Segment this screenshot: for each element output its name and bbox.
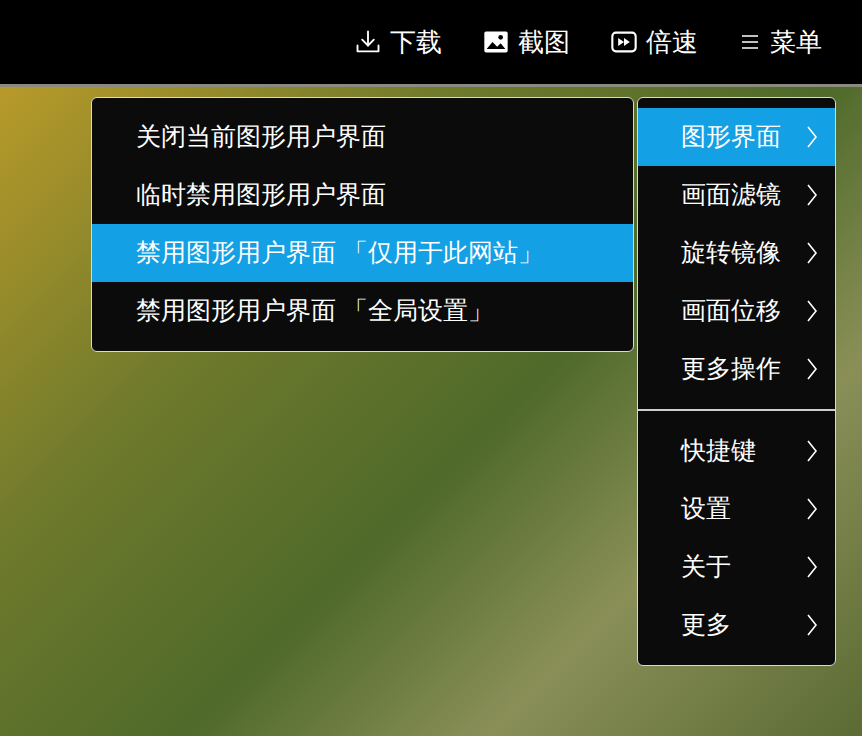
menu-group: 快捷键设置关于更多 — [638, 409, 835, 654]
toolbar-button[interactable]: 倍速 — [610, 25, 698, 59]
toolbar-button[interactable]: 截图 — [482, 25, 570, 59]
submenu: 关闭当前图形用户界面临时禁用图形用户界面禁用图形用户界面 「仅用于此网站」禁用图… — [91, 97, 634, 352]
menu-item[interactable]: 画面滤镜 — [638, 166, 835, 224]
menu-item[interactable]: 关于 — [638, 538, 835, 596]
menu-item[interactable]: 更多操作 — [638, 340, 835, 398]
chevron-right-icon — [805, 554, 819, 580]
download-icon — [354, 28, 382, 56]
main-menu: 图形界面画面滤镜旋转镜像画面位移更多操作快捷键设置关于更多 — [637, 97, 836, 666]
submenu-item[interactable]: 临时禁用图形用户界面 — [92, 166, 633, 224]
menu-divider — [638, 409, 835, 411]
menu-icon — [738, 30, 762, 54]
menu-item[interactable]: 旋转镜像 — [638, 224, 835, 282]
submenu-item[interactable]: 关闭当前图形用户界面 — [92, 108, 633, 166]
video-player: 下载 截图 倍速 菜单关闭当前图形用户界面临时禁用图形用户界面禁用图形用户界面 「仅用… — [0, 0, 862, 736]
chevron-right-icon — [805, 356, 819, 382]
chevron-right-icon — [805, 240, 819, 266]
chevron-right-icon — [805, 298, 819, 324]
menu-item[interactable]: 设置 — [638, 480, 835, 538]
top-bar: 下载 截图 倍速 菜单 — [0, 0, 862, 84]
chevron-right-icon — [805, 496, 819, 522]
chevron-right-icon — [805, 612, 819, 638]
submenu-item[interactable]: 禁用图形用户界面 「仅用于此网站」 — [92, 224, 633, 282]
fast-forward-icon — [610, 28, 638, 56]
menu-item[interactable]: 快捷键 — [638, 422, 835, 480]
toolbar-button[interactable]: 菜单 — [738, 25, 822, 59]
chevron-right-icon — [805, 124, 819, 150]
toolbar-button[interactable]: 下载 — [354, 25, 442, 59]
menu-group: 图形界面画面滤镜旋转镜像画面位移更多操作 — [638, 108, 835, 398]
chevron-right-icon — [805, 182, 819, 208]
submenu-item[interactable]: 禁用图形用户界面 「全局设置」 — [92, 282, 633, 340]
menu-item[interactable]: 更多 — [638, 596, 835, 654]
chevron-right-icon — [805, 438, 819, 464]
image-icon — [482, 28, 510, 56]
menu-item[interactable]: 图形界面 — [638, 108, 835, 166]
menu-item[interactable]: 画面位移 — [638, 282, 835, 340]
